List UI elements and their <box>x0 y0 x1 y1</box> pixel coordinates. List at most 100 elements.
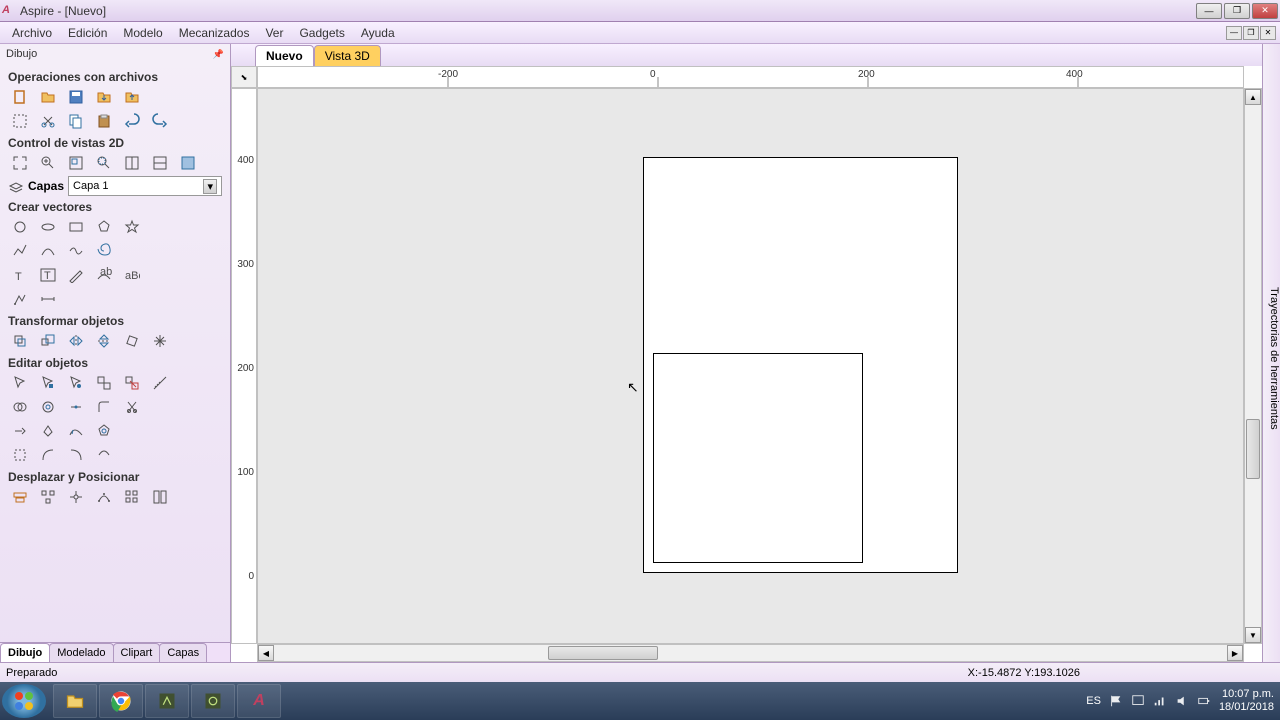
join-tool[interactable] <box>64 396 88 418</box>
tab-vista3d[interactable]: Vista 3D <box>314 45 381 66</box>
ruler-corner[interactable]: ⬊ <box>231 66 257 88</box>
menu-ayuda[interactable]: Ayuda <box>353 24 403 42</box>
menu-edicion[interactable]: Edición <box>60 24 115 42</box>
extend-tool[interactable] <box>8 420 32 442</box>
polygon-tool[interactable] <box>92 216 116 238</box>
side-tab-modelado[interactable]: Modelado <box>49 643 113 662</box>
move-tool[interactable] <box>8 330 32 352</box>
measure-tool[interactable] <box>148 372 172 394</box>
export-button[interactable] <box>120 86 144 108</box>
text-tool[interactable]: T <box>8 264 32 286</box>
node-select-tool[interactable] <box>64 372 88 394</box>
select-tool[interactable] <box>8 372 32 394</box>
dimension-tool[interactable] <box>36 288 60 310</box>
fit-curves-tool[interactable] <box>64 420 88 442</box>
rotate-tool[interactable] <box>120 330 144 352</box>
mdi-minimize-button[interactable]: — <box>1226 26 1242 40</box>
pin-icon[interactable]: 📌 <box>213 49 224 60</box>
curve1-tool[interactable] <box>36 444 60 466</box>
curve-tool[interactable] <box>64 240 88 262</box>
drawn-rectangle[interactable] <box>653 353 863 563</box>
scale-tool[interactable] <box>36 330 60 352</box>
save-file-button[interactable] <box>64 86 88 108</box>
view-single-button[interactable] <box>176 152 200 174</box>
view-split1-button[interactable] <box>120 152 144 174</box>
side-tab-clipart[interactable]: Clipart <box>113 643 161 662</box>
distribute-tool[interactable] <box>36 486 60 508</box>
menu-mecanizados[interactable]: Mecanizados <box>171 24 258 42</box>
task-aspire[interactable]: A <box>237 684 281 718</box>
cut-button[interactable] <box>36 110 60 132</box>
task-app2[interactable] <box>191 684 235 718</box>
tray-lang[interactable]: ES <box>1086 695 1101 707</box>
task-app1[interactable] <box>145 684 189 718</box>
spiral-tool[interactable] <box>92 240 116 262</box>
undo-button[interactable] <box>120 110 144 132</box>
scrollbar-vertical[interactable]: ▲ ▼ <box>1244 88 1262 644</box>
trace-tool[interactable] <box>8 288 32 310</box>
grid-copy-tool[interactable] <box>120 486 144 508</box>
redo-button[interactable] <box>148 110 172 132</box>
curve3-tool[interactable] <box>92 444 116 466</box>
text-edit-tool[interactable] <box>64 264 88 286</box>
node-edit-tool[interactable] <box>36 372 60 394</box>
menu-ver[interactable]: Ver <box>257 24 291 42</box>
rectangle-tool[interactable] <box>64 216 88 238</box>
side-tab-dibujo[interactable]: Dibujo <box>0 643 50 662</box>
weld-tool[interactable] <box>8 396 32 418</box>
menu-archivo[interactable]: Archivo <box>4 24 60 42</box>
maximize-button[interactable]: ❐ <box>1224 3 1250 19</box>
scroll-right-button[interactable]: ▶ <box>1227 645 1243 661</box>
task-chrome[interactable] <box>99 684 143 718</box>
fillet-tool[interactable] <box>92 396 116 418</box>
right-panel-toolpaths[interactable]: Trayectorias de herramientas <box>1262 44 1280 662</box>
trim-tool[interactable] <box>120 396 144 418</box>
import-button[interactable] <box>92 86 116 108</box>
zoom-window-button[interactable] <box>64 152 88 174</box>
minimize-button[interactable]: — <box>1196 3 1222 19</box>
circle-tool[interactable] <box>8 216 32 238</box>
paste-button[interactable] <box>92 110 116 132</box>
start-button[interactable] <box>2 684 46 718</box>
view-split2-button[interactable] <box>148 152 172 174</box>
curve2-tool[interactable] <box>64 444 88 466</box>
text-curve-tool[interactable]: abc <box>92 264 116 286</box>
zoom-selected-button[interactable] <box>92 152 116 174</box>
scroll-thumb-v[interactable] <box>1246 419 1260 479</box>
boundary-tool[interactable] <box>8 444 32 466</box>
mirror-v-tool[interactable] <box>92 330 116 352</box>
layer-select[interactable]: Capa 1 <box>68 176 222 196</box>
new-file-button[interactable] <box>8 86 32 108</box>
copy-button[interactable] <box>64 110 88 132</box>
arc-tool[interactable] <box>36 240 60 262</box>
text-box-tool[interactable]: T <box>36 264 60 286</box>
zoom-in-button[interactable] <box>36 152 60 174</box>
menu-gadgets[interactable]: Gadgets <box>291 24 352 42</box>
tab-nuevo[interactable]: Nuevo <box>255 45 314 66</box>
array-copy-tool[interactable] <box>92 486 116 508</box>
scroll-up-button[interactable]: ▲ <box>1245 89 1261 105</box>
align-tool[interactable] <box>8 486 32 508</box>
scroll-thumb-h[interactable] <box>548 646 658 660</box>
tray-action-icon[interactable] <box>1131 694 1145 708</box>
menu-modelo[interactable]: Modelo <box>115 24 170 42</box>
tray-clock[interactable]: 10:07 p.m. 18/01/2018 <box>1219 688 1274 714</box>
nest-tool[interactable] <box>64 486 88 508</box>
select-all-button[interactable] <box>8 110 32 132</box>
scroll-down-button[interactable]: ▼ <box>1245 627 1261 643</box>
scroll-left-button[interactable]: ◀ <box>258 645 274 661</box>
side-tab-capas[interactable]: Capas <box>159 643 207 662</box>
text-convert-tool[interactable]: aBc <box>120 264 144 286</box>
ungroup-tool[interactable] <box>120 372 144 394</box>
close-button[interactable]: ✕ <box>1252 3 1278 19</box>
zoom-extents-button[interactable] <box>8 152 32 174</box>
plate-tool[interactable] <box>148 486 172 508</box>
mdi-restore-button[interactable]: ❐ <box>1243 26 1259 40</box>
tray-volume-icon[interactable] <box>1175 694 1189 708</box>
mdi-close-button[interactable]: ✕ <box>1260 26 1276 40</box>
star-tool[interactable] <box>120 216 144 238</box>
canvas[interactable]: ↖ <box>257 88 1244 644</box>
tray-power-icon[interactable] <box>1197 694 1211 708</box>
open-file-button[interactable] <box>36 86 60 108</box>
task-explorer[interactable] <box>53 684 97 718</box>
